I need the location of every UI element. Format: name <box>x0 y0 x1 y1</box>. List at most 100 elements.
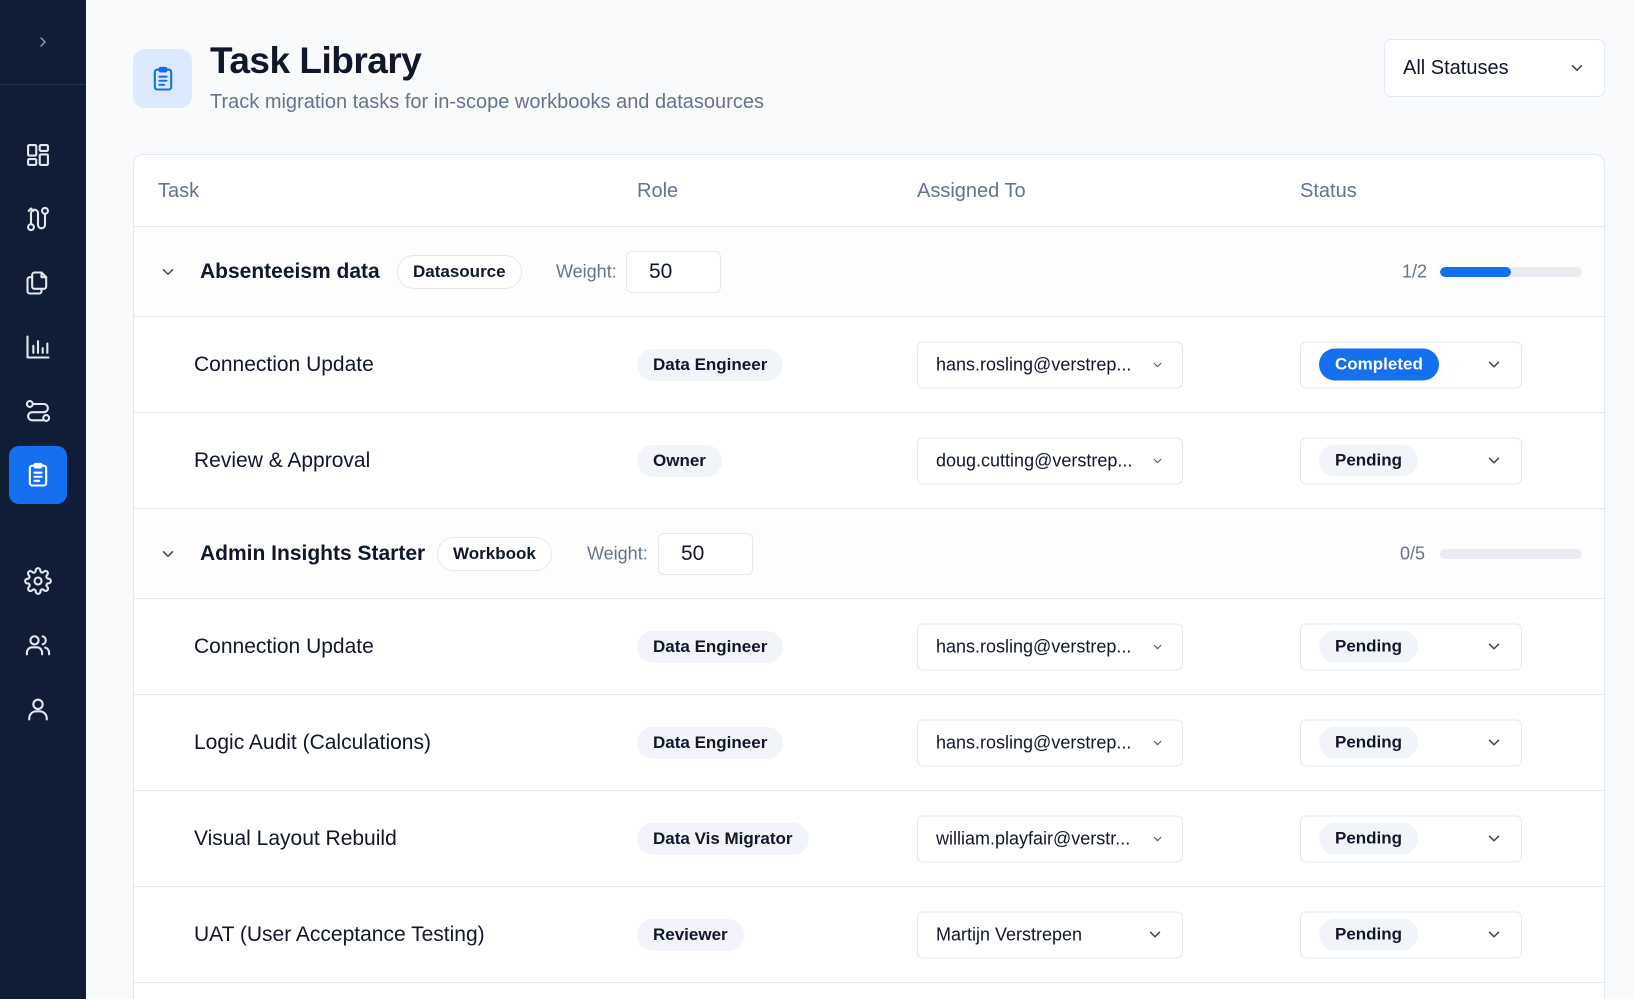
chevron-down-icon <box>1485 926 1503 944</box>
chevron-down-icon <box>1485 734 1503 752</box>
table-row: Visual Layout Rebuild Data Vis Migrator … <box>134 791 1604 887</box>
weight-input[interactable]: 50 <box>658 532 753 575</box>
assignee-select[interactable]: hans.rosling@verstrep... <box>917 719 1183 766</box>
type-badge: Datasource <box>397 254 522 289</box>
sidebar-item-task-library[interactable] <box>9 446 67 504</box>
sidebar-item-analytics[interactable] <box>9 318 67 376</box>
sidebar-item-dashboard[interactable] <box>9 126 67 184</box>
sidebar-item-profile[interactable] <box>9 680 67 738</box>
assignee-value: hans.rosling@verstrep... <box>936 636 1132 656</box>
collapse-group-icon[interactable] <box>159 545 177 563</box>
role-badge: Data Engineer <box>637 630 784 663</box>
chevron-down-icon <box>1151 736 1164 749</box>
sidebar-item-assets[interactable] <box>9 254 67 312</box>
files-icon <box>26 271 48 295</box>
chevron-down-icon <box>1151 358 1164 371</box>
page-title: Task Library <box>210 40 422 81</box>
grid-icon <box>27 144 49 166</box>
task-name: Logic Audit (Calculations) <box>194 730 431 754</box>
progress-count: 0/5 <box>1400 543 1426 563</box>
status-badge: Completed <box>1319 348 1439 381</box>
sidebar-item-workflows[interactable] <box>9 382 67 440</box>
table-row: Review & Approval Owner doug.cutting@ver… <box>134 413 1604 509</box>
progress-bar <box>1440 266 1582 277</box>
sidebar <box>0 0 86 999</box>
page-icon <box>133 49 192 108</box>
role-badge: Data Engineer <box>637 348 784 381</box>
status-badge: Pending <box>1319 630 1419 663</box>
gear-icon <box>24 567 52 595</box>
route-icon <box>27 206 49 232</box>
chevron-down-icon <box>1151 454 1164 467</box>
status-badge: Pending <box>1319 918 1419 951</box>
bar-chart-icon <box>26 335 50 359</box>
status-select[interactable]: Pending <box>1300 437 1522 484</box>
progress-bar <box>1440 548 1582 559</box>
weight-input[interactable]: 50 <box>626 250 721 293</box>
sidebar-item-settings[interactable] <box>9 552 67 610</box>
assignee-select[interactable]: william.playfair@verstr... <box>917 815 1183 862</box>
flow-icon <box>25 400 51 422</box>
status-select[interactable]: Completed <box>1300 341 1522 388</box>
assignee-value: william.playfair@verstr... <box>936 828 1131 848</box>
page-subtitle: Track migration tasks for in-scope workb… <box>210 91 764 113</box>
clipboard-icon <box>28 462 48 487</box>
task-name: Review & Approval <box>194 448 371 472</box>
role-badge: Data Vis Migrator <box>637 822 809 855</box>
chevron-down-icon <box>1146 926 1164 944</box>
task-name: Visual Layout Rebuild <box>194 826 397 850</box>
column-header-role: Role <box>637 180 679 202</box>
status-select[interactable]: Pending <box>1300 815 1522 862</box>
sidebar-header <box>0 0 86 85</box>
table-header: Task Role Assigned To Status <box>134 155 1604 227</box>
column-header-status: Status <box>1300 180 1357 202</box>
group-row: Absenteeism data Datasource Weight: 50 1… <box>134 227 1604 317</box>
assignee-value: Martijn Verstrepen <box>936 924 1083 944</box>
chevron-down-icon <box>1151 832 1164 845</box>
table-row: Connection Update Data Engineer hans.ros… <box>134 599 1604 695</box>
status-select[interactable]: Pending <box>1300 719 1522 766</box>
progress-fill <box>1440 266 1511 277</box>
assignee-select[interactable]: hans.rosling@verstrep... <box>917 341 1183 388</box>
role-badge: Data Engineer <box>637 726 784 759</box>
status-select[interactable]: Pending <box>1300 911 1522 958</box>
progress-count: 1/2 <box>1402 261 1428 281</box>
group-name: Absenteeism data <box>200 259 380 283</box>
sidebar-item-migration[interactable] <box>9 190 67 248</box>
status-badge: Pending <box>1319 726 1419 759</box>
status-filter-value: All Statuses <box>1403 56 1509 79</box>
task-name: UAT (User Acceptance Testing) <box>194 922 485 946</box>
chevron-down-icon <box>1485 452 1503 470</box>
status-filter-select[interactable]: All Statuses <box>1384 39 1605 97</box>
chevron-down-icon <box>1151 640 1164 653</box>
task-name: Connection Update <box>194 352 374 376</box>
group-name: Admin Insights Starter <box>200 541 426 565</box>
table-row: UAT (User Acceptance Testing) Reviewer M… <box>134 887 1604 983</box>
clipboard-icon <box>153 66 172 91</box>
assignee-select[interactable]: doug.cutting@verstrep... <box>917 437 1183 484</box>
assignee-value: doug.cutting@verstrep... <box>936 450 1133 470</box>
table-row: Connection Update Data Engineer hans.ros… <box>134 317 1604 413</box>
assignee-value: hans.rosling@verstrep... <box>936 732 1132 752</box>
status-select[interactable]: Pending <box>1300 623 1522 670</box>
column-header-assigned-to: Assigned To <box>917 180 1026 202</box>
chevron-down-icon <box>1568 59 1586 77</box>
type-badge: Workbook <box>437 536 552 571</box>
chevron-down-icon <box>1485 638 1503 656</box>
task-name: Connection Update <box>194 634 374 658</box>
group-row: Admin Insights Starter Workbook Weight: … <box>134 509 1604 599</box>
column-header-task: Task <box>158 180 200 202</box>
chevron-down-icon <box>1485 830 1503 848</box>
assignee-select[interactable]: hans.rosling@verstrep... <box>917 623 1183 670</box>
status-badge: Pending <box>1319 444 1419 477</box>
collapse-group-icon[interactable] <box>159 263 177 281</box>
users-icon <box>25 635 51 656</box>
assignee-value: hans.rosling@verstrep... <box>936 354 1132 374</box>
sidebar-item-team[interactable] <box>9 616 67 674</box>
chevron-down-icon <box>1485 356 1503 374</box>
weight-label: Weight: <box>556 261 617 281</box>
assignee-select[interactable]: Martijn Verstrepen <box>917 911 1183 958</box>
role-badge: Owner <box>637 444 722 477</box>
task-table: Task Role Assigned To Status Absenteeism… <box>133 154 1605 999</box>
expand-sidebar-icon[interactable] <box>35 34 51 50</box>
